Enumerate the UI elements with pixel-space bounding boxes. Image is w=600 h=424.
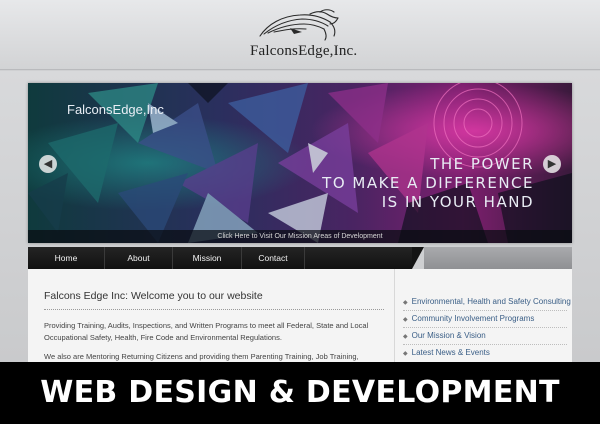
nav-item-contact[interactable]: Contact	[242, 247, 304, 269]
nav-item-home[interactable]: Home	[28, 247, 104, 269]
tagline-line-3: IS IN YOUR HAND	[381, 193, 534, 211]
main-column: Falcons Edge Inc: Welcome you to our web…	[28, 269, 394, 373]
slider-brand-text: FalconsEdge,Inc	[67, 102, 164, 117]
sidebar-link-news[interactable]: ◆ Latest News & Events	[403, 348, 490, 357]
falcon-icon	[259, 9, 339, 41]
nav-divider	[304, 247, 305, 269]
sidebar-link-community[interactable]: ◆ Community Involvement Programs	[403, 314, 534, 323]
slider-tagline: THE POWER TO MAKE A DIFFERENCE IS IN YOU…	[322, 155, 534, 212]
logo-text: FalconsEdge,Inc.	[250, 43, 358, 59]
bullet-icon: ◆	[403, 351, 408, 357]
sidebar-link-label: Environmental, Health and Safety Consult…	[411, 297, 571, 306]
main-nav: Home About Mission Contact	[28, 247, 572, 269]
sidebar-link-consulting[interactable]: ◆ Environmental, Health and Safety Consul…	[403, 297, 571, 306]
category-banner: WEB DESIGN & DEVELOPMENT	[0, 362, 600, 424]
sidebar-divider	[403, 327, 567, 328]
nav-item-mission[interactable]: Mission	[173, 247, 241, 269]
site-header: FalconsEdge,Inc.	[0, 0, 600, 70]
tagline-line-1: THE POWER	[430, 155, 534, 173]
sidebar-link-label: Community Involvement Programs	[411, 314, 535, 323]
slider-caption-link[interactable]: Click Here to Visit Our Mission Areas of…	[28, 230, 572, 243]
site-logo[interactable]: FalconsEdge,Inc.	[250, 6, 358, 66]
nav-filler	[424, 247, 572, 269]
content-area: Falcons Edge Inc: Welcome you to our web…	[28, 269, 572, 373]
hero-slider[interactable]: FalconsEdge,Inc THE POWER TO MAKE A DIFF…	[28, 83, 572, 243]
sidebar-divider	[403, 310, 567, 311]
title-divider	[44, 309, 384, 310]
sidebar: ◆ Environmental, Health and Safety Consul…	[394, 269, 572, 362]
arrow-left-icon[interactable]: ◀	[39, 155, 57, 173]
bullet-icon: ◆	[403, 317, 408, 323]
nav-item-about[interactable]: About	[105, 247, 172, 269]
tagline-line-2: TO MAKE A DIFFERENCE	[322, 174, 534, 192]
intro-paragraph: Providing Training, Audits, Inspections,…	[44, 321, 369, 342]
sidebar-link-mission[interactable]: ◆ Our Mission & Vision	[403, 331, 486, 340]
bullet-icon: ◆	[403, 334, 408, 340]
sidebar-divider	[403, 344, 567, 345]
bullet-icon: ◆	[403, 300, 408, 306]
arrow-right-icon[interactable]: ▶	[543, 155, 561, 173]
page-title: Falcons Edge Inc: Welcome you to our web…	[44, 290, 263, 302]
sidebar-link-label: Latest News & Events	[411, 348, 490, 357]
sidebar-link-label: Our Mission & Vision	[411, 331, 486, 340]
nav-bar: Home About Mission Contact	[28, 247, 424, 269]
